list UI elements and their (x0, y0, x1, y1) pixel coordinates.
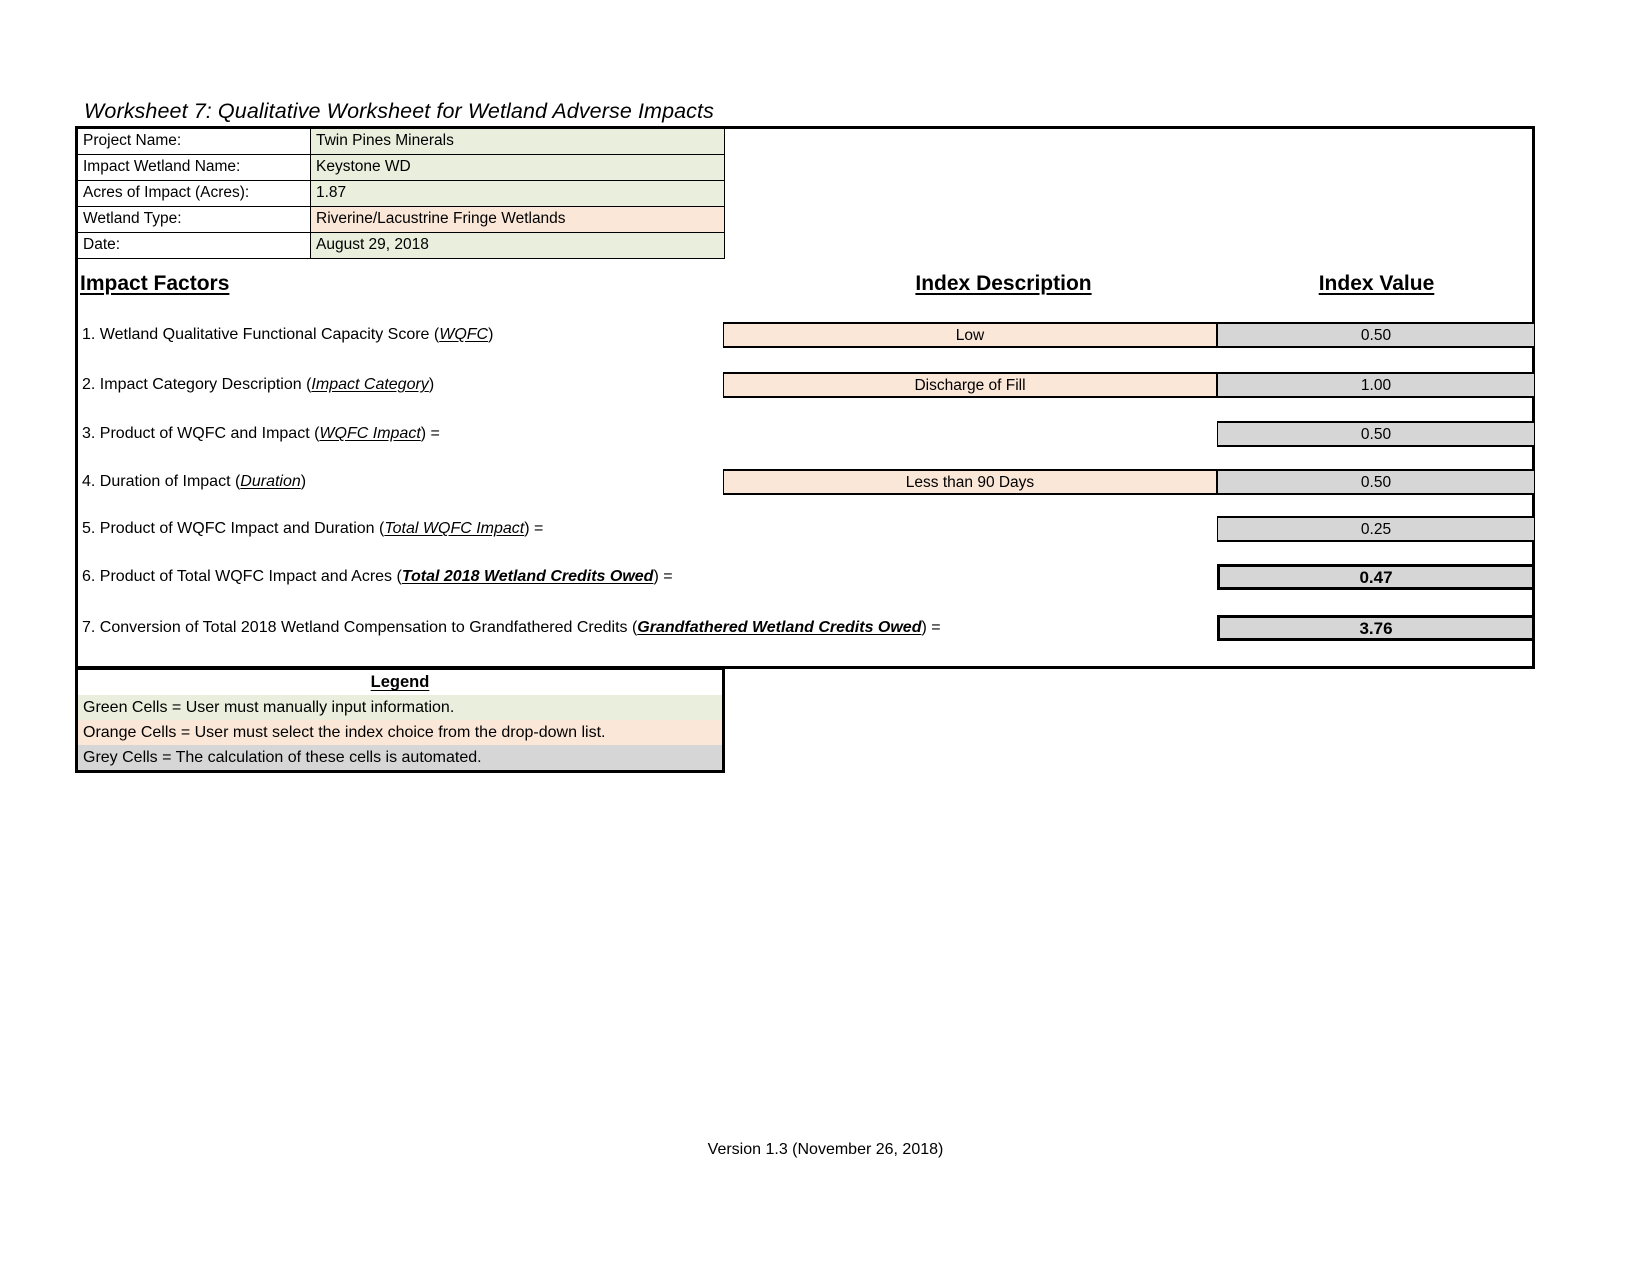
page-title: Worksheet 7: Qualitative Worksheet for W… (84, 99, 714, 123)
info-row: Impact Wetland Name: Keystone WD (75, 154, 725, 181)
index-description-cell[interactable]: Low (723, 322, 1217, 348)
index-value-cell: 0.47 (1217, 564, 1535, 590)
impact-factor-term: Impact Category (311, 376, 429, 393)
legend-line: Orange Cells = User must select the inde… (78, 720, 722, 745)
impact-factor-row: 2. Impact Category Description (Impact C… (0, 372, 1651, 398)
impact-factor-term: Grandfathered Wetland Credits Owed (637, 619, 922, 636)
impact-factor-term: WQFC (439, 326, 489, 343)
impact-factor-label: 3. Product of WQFC and Impact (WQFC Impa… (82, 425, 440, 442)
column-heading-index-description: Index Description (915, 272, 1092, 295)
impact-factor-row: 6. Product of Total WQFC Impact and Acre… (0, 564, 1651, 590)
legend-line: Green Cells = User must manually input i… (78, 695, 722, 720)
impact-factor-row: 5. Product of WQFC Impact and Duration (… (0, 516, 1651, 542)
legend-line: Grey Cells = The calculation of these ce… (78, 745, 722, 770)
index-value-cell: 0.25 (1217, 516, 1535, 542)
index-description-cell[interactable]: Discharge of Fill (723, 372, 1217, 398)
info-row: Acres of Impact (Acres): 1.87 (75, 180, 725, 207)
impact-factor-term: Total 2018 Wetland Credits Owed (401, 568, 654, 585)
impact-factor-row: 7. Conversion of Total 2018 Wetland Comp… (0, 615, 1651, 641)
info-row-label: Date: (75, 232, 311, 259)
index-value-cell: 0.50 (1217, 421, 1535, 447)
info-row-value[interactable]: Keystone WD (310, 154, 725, 181)
legend-title: Legend (78, 670, 722, 695)
impact-factor-row: 4. Duration of Impact (Duration) Less tha… (0, 469, 1651, 495)
impact-factor-label: 6. Product of Total WQFC Impact and Acre… (82, 568, 673, 585)
impact-factor-term: Duration (240, 473, 301, 490)
impact-factor-term: WQFC Impact (319, 425, 421, 442)
impact-factor-label: 1. Wetland Qualitative Functional Capaci… (82, 326, 494, 343)
column-heading-impact-factors: Impact Factors (80, 272, 230, 295)
index-value-cell: 3.76 (1217, 615, 1535, 641)
impact-factor-label: 5. Product of WQFC Impact and Duration (… (82, 520, 544, 537)
index-description-cell[interactable]: Less than 90 Days (723, 469, 1217, 495)
info-row-value[interactable]: Riverine/Lacustrine Fringe Wetlands (310, 206, 725, 233)
legend-box: Legend Green Cells = User must manually … (75, 667, 725, 773)
impact-factor-label: 7. Conversion of Total 2018 Wetland Comp… (82, 619, 941, 636)
info-row-label: Wetland Type: (75, 206, 311, 233)
info-row-value[interactable]: Twin Pines Minerals (310, 126, 725, 155)
info-row: Date: August 29, 2018 (75, 232, 725, 259)
impact-factor-label: 2. Impact Category Description (Impact C… (82, 376, 435, 393)
index-value-cell: 0.50 (1217, 469, 1535, 495)
footer-version: Version 1.3 (November 26, 2018) (707, 1141, 944, 1158)
index-value-cell: 0.50 (1217, 322, 1535, 348)
impact-factor-term: Total WQFC Impact (384, 520, 525, 537)
info-row-label: Impact Wetland Name: (75, 154, 311, 181)
index-value-cell: 1.00 (1217, 372, 1535, 398)
column-heading-index-value: Index Value (1318, 272, 1435, 295)
info-row-value[interactable]: August 29, 2018 (310, 232, 725, 259)
impact-factor-row: 3. Product of WQFC and Impact (WQFC Impa… (0, 421, 1651, 447)
impact-factor-label: 4. Duration of Impact (Duration) (82, 473, 307, 490)
info-row-label: Project Name: (75, 126, 311, 155)
info-row: Wetland Type: Riverine/Lacustrine Fringe … (75, 206, 725, 233)
impact-factor-row: 1. Wetland Qualitative Functional Capaci… (0, 322, 1651, 348)
info-row-value[interactable]: 1.87 (310, 180, 725, 207)
info-row: Project Name: Twin Pines Minerals (75, 126, 725, 155)
info-row-label: Acres of Impact (Acres): (75, 180, 311, 207)
legend-lines: Green Cells = User must manually input i… (78, 695, 722, 770)
project-info-table: Project Name: Twin Pines Minerals Impact W… (75, 126, 725, 259)
